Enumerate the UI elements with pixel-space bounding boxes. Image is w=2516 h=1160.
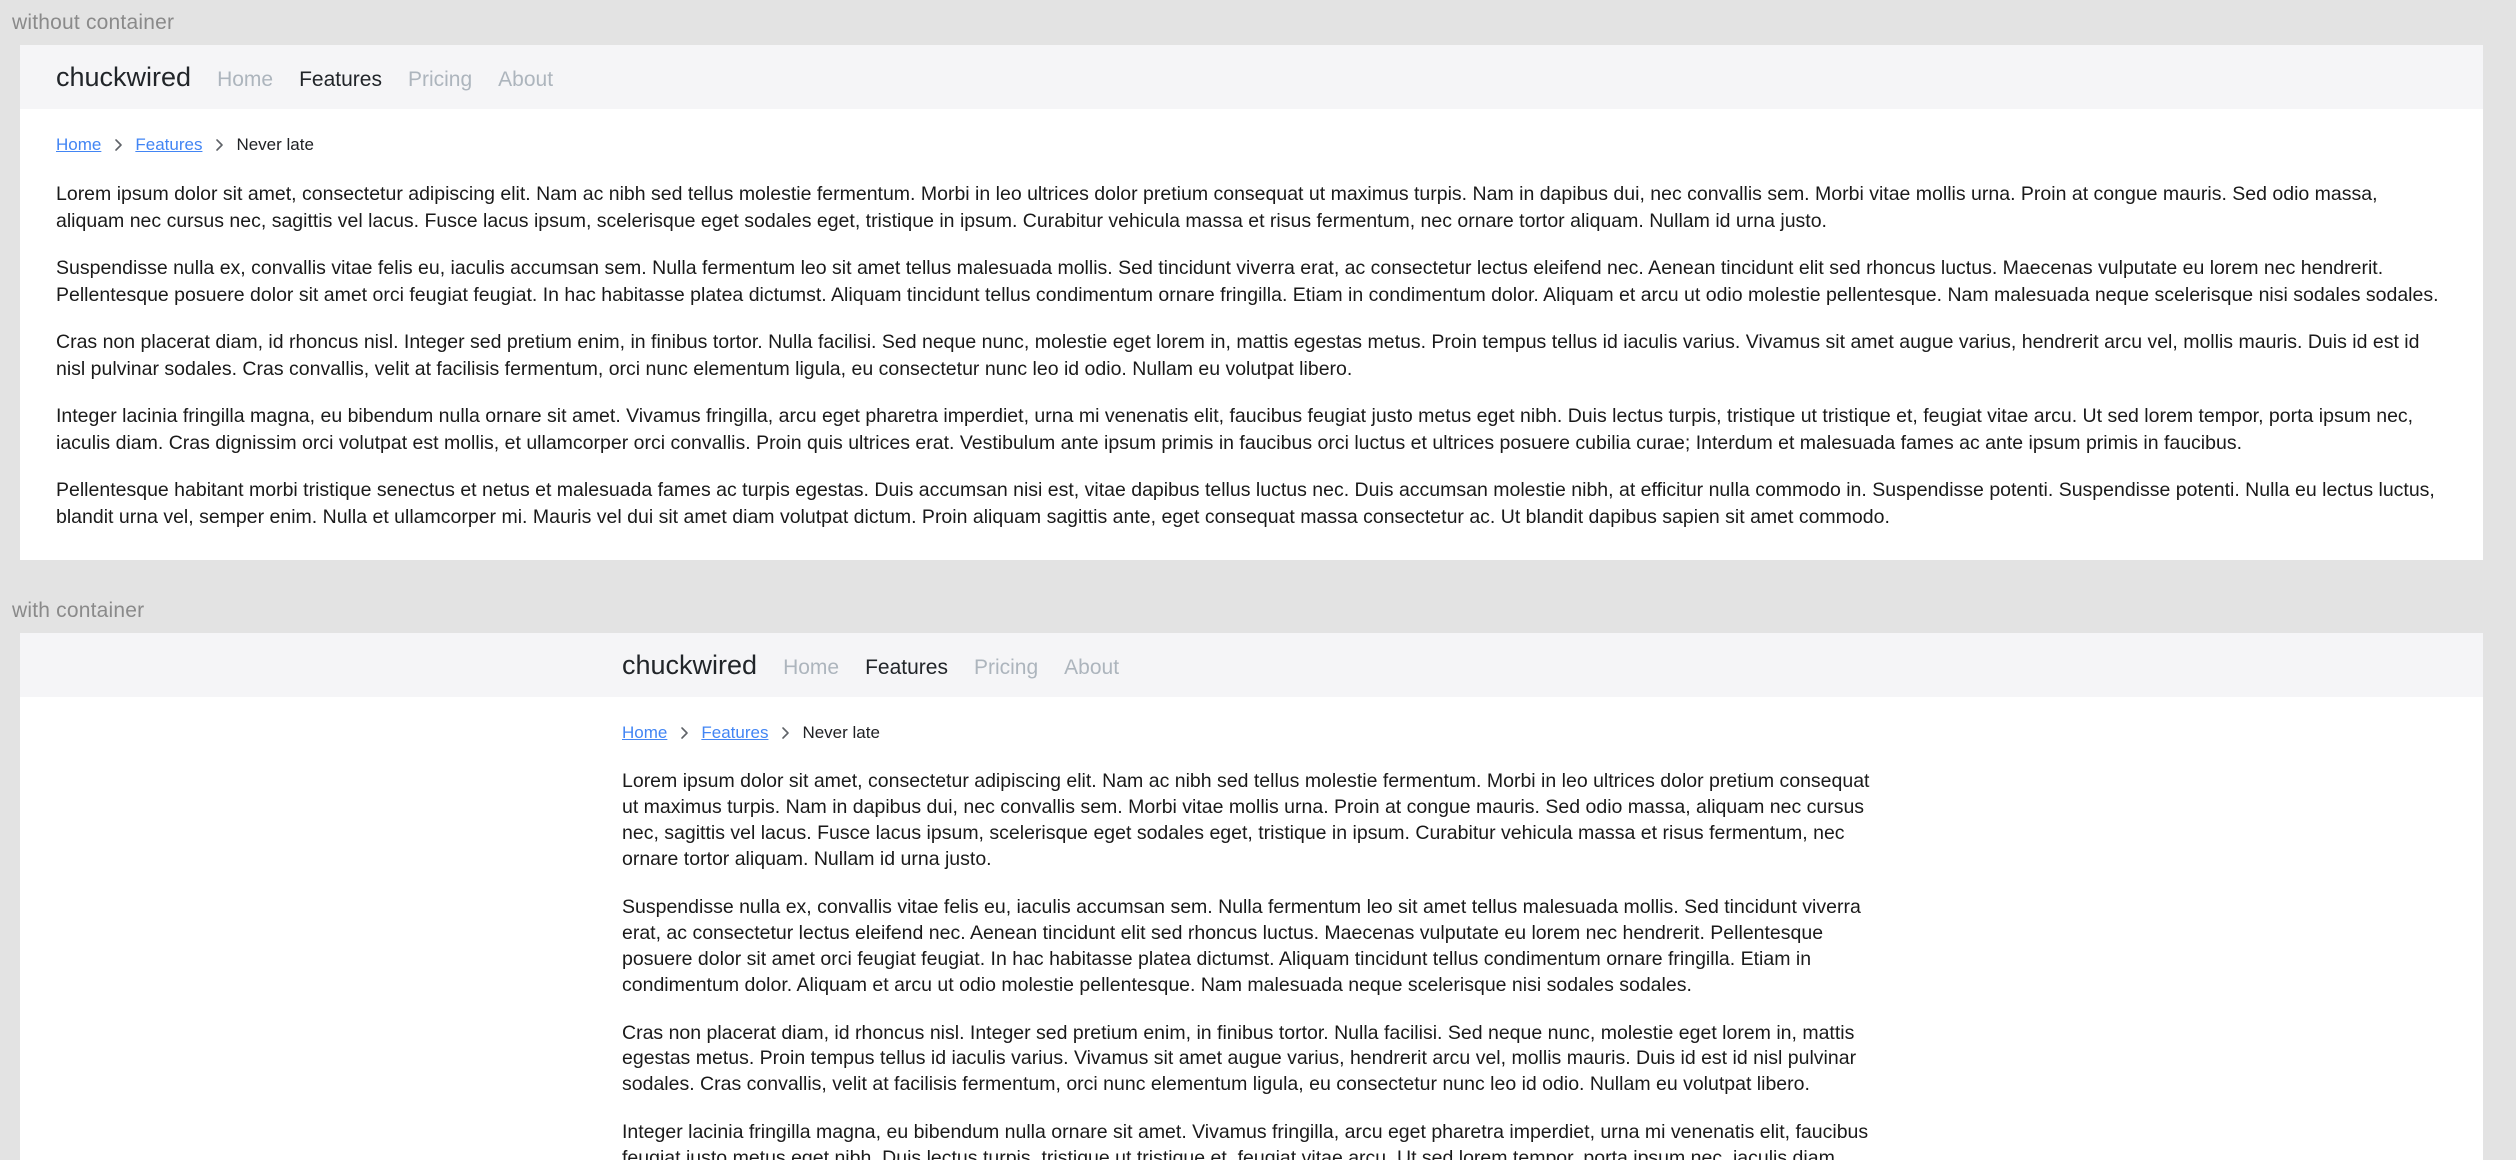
breadcrumb-current: Never late bbox=[236, 135, 314, 155]
paragraph: Cras non placerat diam, id rhoncus nisl.… bbox=[622, 1021, 1857, 1096]
section-without-container: without container chuckwired Home Featur… bbox=[0, 0, 2516, 561]
breadcrumb-current: Never late bbox=[802, 723, 880, 743]
nav-link-features[interactable]: Features bbox=[299, 68, 382, 92]
section-with-container: with container chuckwired Home Features … bbox=[0, 588, 2516, 1160]
page-root: without container chuckwired Home Featur… bbox=[0, 0, 2516, 1160]
paragraph: Pellentesque habitant morbi tristique se… bbox=[56, 479, 2435, 528]
navbar: chuckwired Home Features Pricing About bbox=[20, 633, 2483, 698]
nav-link-home[interactable]: Home bbox=[217, 68, 273, 92]
navbar-inner: chuckwired Home Features Pricing About bbox=[20, 650, 1119, 681]
breadcrumb-link-features[interactable]: Features bbox=[135, 135, 202, 155]
nav-link-home[interactable]: Home bbox=[783, 656, 839, 680]
nav-link-pricing[interactable]: Pricing bbox=[974, 656, 1038, 680]
brand-logo[interactable]: chuckwired bbox=[622, 650, 757, 681]
paragraph: Integer lacinia fringilla magna, eu bibe… bbox=[56, 405, 2414, 454]
breadcrumb-link-features[interactable]: Features bbox=[701, 723, 768, 743]
paragraph: Lorem ipsum dolor sit amet, consectetur … bbox=[622, 770, 1870, 870]
nav-link-about[interactable]: About bbox=[1064, 656, 1119, 680]
paragraph: Lorem ipsum dolor sit amet, consectetur … bbox=[56, 183, 2378, 232]
card-body: Home Features Never late Lorem ipsum dol… bbox=[20, 697, 2483, 1160]
breadcrumb-link-home[interactable]: Home bbox=[622, 723, 667, 743]
demo-card-without-container: chuckwired Home Features Pricing About H… bbox=[20, 45, 2483, 561]
nav-link-features[interactable]: Features bbox=[865, 656, 948, 680]
navbar: chuckwired Home Features Pricing About bbox=[20, 45, 2483, 110]
demo-card-with-container: chuckwired Home Features Pricing About H… bbox=[20, 633, 2483, 1160]
paragraph: Integer lacinia fringilla magna, eu bibe… bbox=[622, 1121, 1869, 1160]
navbar-inner: chuckwired Home Features Pricing About bbox=[20, 62, 553, 93]
paragraph: Cras non placerat diam, id rhoncus nisl.… bbox=[56, 331, 2420, 380]
chevron-right-icon bbox=[202, 138, 236, 152]
section-label-with-container: with container bbox=[12, 599, 145, 622]
article-body: Lorem ipsum dolor sit amet, consectetur … bbox=[622, 769, 1880, 1160]
nav-link-about[interactable]: About bbox=[498, 68, 553, 92]
section-label-without-container: without container bbox=[12, 11, 175, 34]
paragraph: Suspendisse nulla ex, convallis vitae fe… bbox=[56, 257, 2439, 306]
nav-links: Home Features Pricing About bbox=[783, 656, 1119, 680]
nav-link-pricing[interactable]: Pricing bbox=[408, 68, 472, 92]
chevron-right-icon bbox=[667, 726, 701, 740]
card-body: Home Features Never late Lorem ipsum dol… bbox=[20, 109, 2483, 560]
chevron-right-icon bbox=[101, 138, 135, 152]
breadcrumb-link-home[interactable]: Home bbox=[56, 135, 101, 155]
brand-logo[interactable]: chuckwired bbox=[56, 62, 191, 93]
article-body: Lorem ipsum dolor sit amet, consectetur … bbox=[56, 181, 2447, 530]
container-inner: Home Features Never late Lorem ipsum dol… bbox=[622, 723, 1880, 1160]
breadcrumb: Home Features Never late bbox=[56, 135, 2447, 155]
nav-links: Home Features Pricing About bbox=[217, 68, 553, 92]
paragraph: Suspendisse nulla ex, convallis vitae fe… bbox=[622, 895, 1861, 996]
breadcrumb: Home Features Never late bbox=[622, 723, 1880, 743]
chevron-right-icon bbox=[768, 726, 802, 740]
